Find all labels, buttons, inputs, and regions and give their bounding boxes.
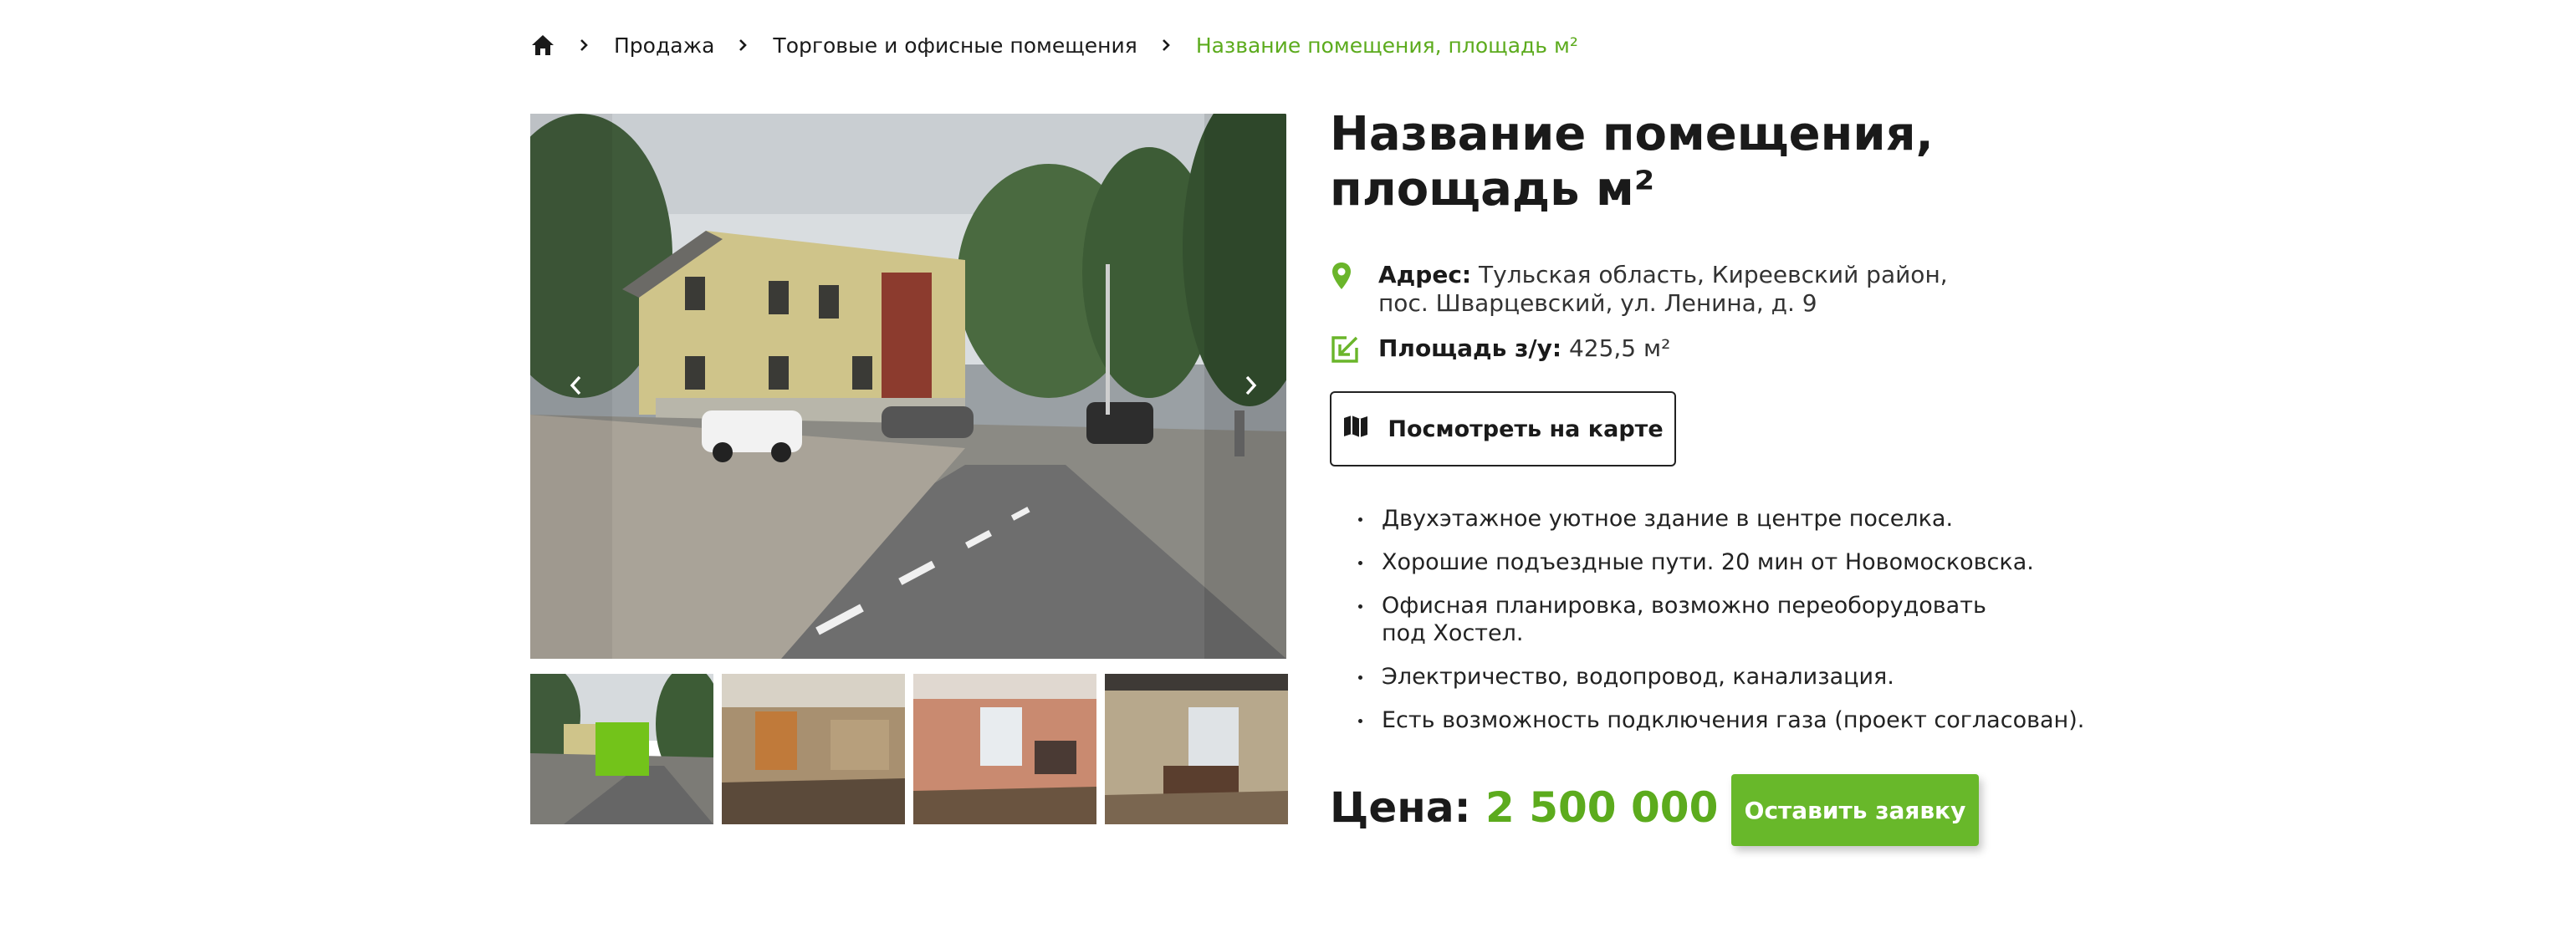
chevron-left-icon <box>570 375 581 395</box>
list-item: Электричество, водопровод, канализация. <box>1358 663 2111 691</box>
main-photo[interactable] <box>530 114 1286 659</box>
prev-photo-button[interactable] <box>555 364 597 406</box>
next-photo-button[interactable] <box>1229 364 1271 406</box>
thumbnail-2[interactable] <box>722 674 905 824</box>
price: Цена: 2 500 000 ₽ <box>1330 783 1762 833</box>
thumbnail-1[interactable] <box>530 674 713 824</box>
page-title: Название помещения, площадь м² <box>1330 107 1934 217</box>
feature-list: Двухэтажное уютное здание в центре посел… <box>1358 505 2111 750</box>
interior-thumbnail <box>1105 674 1288 824</box>
interior-thumbnail <box>722 674 905 824</box>
thumbnail-strip <box>530 674 1288 824</box>
thumbnail-3[interactable] <box>913 674 1096 824</box>
area-value: 425,5 м² <box>1568 334 1671 362</box>
location-pin-icon <box>1330 261 1358 294</box>
feature-text: Есть возможность подключения газа (проек… <box>1382 707 2085 733</box>
price-value: 2 500 000 ₽ <box>1485 783 1762 832</box>
feature-text: Двухэтажное уютное здание в центре посел… <box>1382 506 1954 532</box>
view-on-map-button[interactable]: Посмотреть на карте <box>1330 391 1676 466</box>
leave-request-button[interactable]: Оставить заявку <box>1731 774 1979 846</box>
list-item: Офисная планировка, возможно переоборудо… <box>1358 592 2111 647</box>
address-line-2: пос. Шварцевский, ул. Ленина, д. 9 <box>1378 289 1817 317</box>
area-row: Площадь з/у: 425,5 м² <box>1330 334 1670 368</box>
address-label: Адрес: <box>1378 261 1472 288</box>
feature-text: под Хостел. <box>1382 620 1524 646</box>
page: Продажа Торговые и офисные помещения Наз… <box>0 0 2576 938</box>
feature-text: Электричество, водопровод, канализация. <box>1382 664 1894 690</box>
home-icon[interactable] <box>530 33 555 58</box>
interior-thumbnail <box>913 674 1096 824</box>
thumbnail-4[interactable] <box>1105 674 1288 824</box>
list-item: Есть возможность подключения газа (проек… <box>1358 706 2111 734</box>
active-thumbnail-marker <box>595 722 649 776</box>
building-photo <box>530 114 1286 659</box>
list-item: Двухэтажное уютное здание в центре посел… <box>1358 505 2111 533</box>
view-on-map-label: Посмотреть на карте <box>1388 415 1664 442</box>
list-item: Хорошие подъездные пути. 20 мин от Новом… <box>1358 548 2111 576</box>
feature-text: Офисная планировка, возможно переоборудо… <box>1382 593 1986 619</box>
area-label: Площадь з/у: <box>1378 334 1562 362</box>
breadcrumb: Продажа Торговые и офисные помещения Наз… <box>530 30 1578 60</box>
chevron-right-icon <box>1245 375 1257 395</box>
breadcrumb-item-category[interactable]: Торговые и офисные помещения <box>773 33 1137 58</box>
price-label: Цена: <box>1330 783 1471 832</box>
chevron-right-icon <box>579 37 590 54</box>
address-line-1: Тульская область, Киреевский район, <box>1479 261 1948 288</box>
address-row: Адрес: Тульская область, Киреевский райо… <box>1330 261 1948 318</box>
breadcrumb-item-sale[interactable]: Продажа <box>614 33 714 58</box>
chevron-right-icon <box>738 37 749 54</box>
map-icon <box>1342 413 1369 446</box>
resize-arrow-icon <box>1330 334 1358 368</box>
chevron-right-icon <box>1161 37 1173 54</box>
feature-text: Хорошие подъездные пути. 20 мин от Новом… <box>1382 549 2034 575</box>
breadcrumb-current: Название помещения, площадь м² <box>1195 33 1578 58</box>
